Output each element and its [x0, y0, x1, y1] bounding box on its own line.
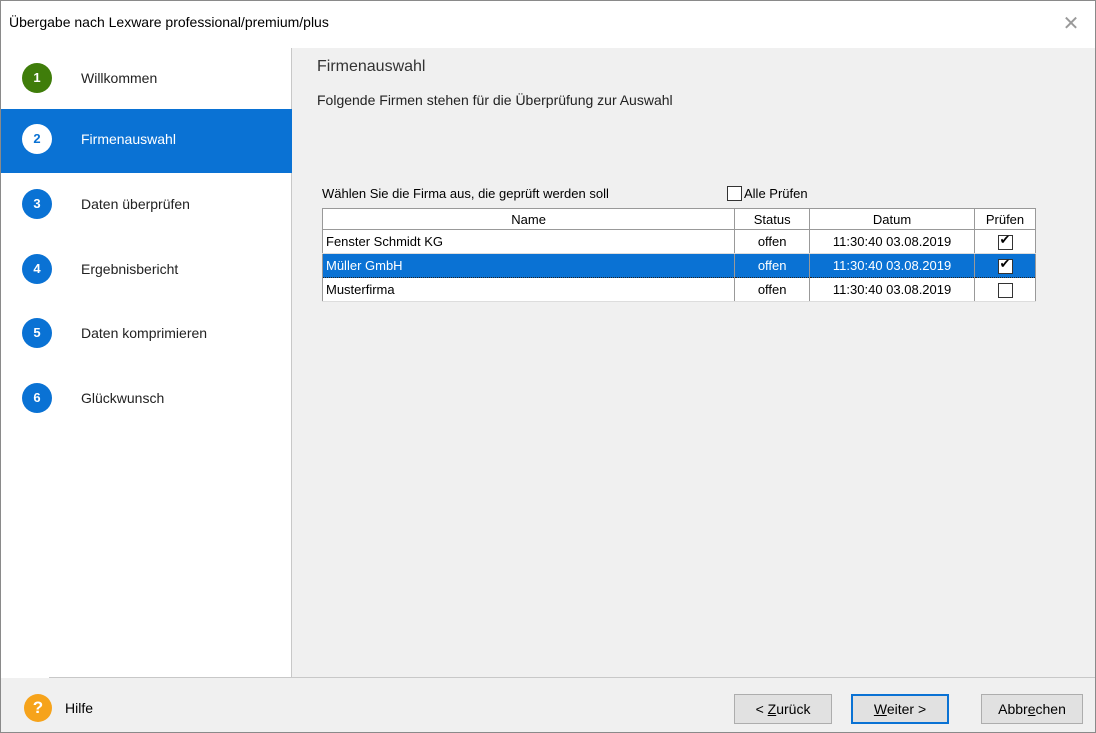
row-pruefen-checkbox[interactable] — [997, 282, 1013, 298]
step-number-badge: 5 — [22, 318, 52, 348]
row-pruefen-checkbox[interactable] — [997, 257, 1013, 274]
step-number-badge: 6 — [22, 383, 52, 413]
step-firmenauswahl[interactable]: 2 Firmenauswahl — [1, 109, 292, 173]
dialog-window: Übergabe nach Lexware professional/premi… — [0, 0, 1096, 733]
column-header-pruefen[interactable]: Prüfen — [974, 208, 1036, 230]
help-icon[interactable]: ? — [24, 694, 52, 722]
cancel-button[interactable]: Abbrechen — [981, 694, 1083, 724]
main-panel: Firmenauswahl Folgende Firmen stehen für… — [293, 48, 1095, 678]
step-label: Daten überprüfen — [81, 196, 190, 212]
cell-name: Fenster Schmidt KG — [321, 229, 736, 254]
column-header-status[interactable]: Status — [734, 208, 811, 230]
help-label[interactable]: Hilfe — [65, 700, 93, 716]
step-label: Ergebnisbericht — [81, 261, 179, 277]
row-pruefen-checkbox[interactable] — [997, 233, 1013, 250]
step-glueckwunsch[interactable]: 6 Glückwunsch — [1, 368, 292, 432]
back-button[interactable]: < Zurück — [734, 694, 832, 724]
close-icon[interactable]: ✕ — [1059, 11, 1083, 35]
footer-bar: ? Hilfe < Zurück Weiter > Abbrechen — [1, 678, 1095, 732]
cell-pruefen — [974, 229, 1036, 254]
cell-status: offen — [734, 229, 811, 254]
cell-datum: 11:30:40 03.08.2019 — [809, 229, 976, 254]
cell-datum: 11:30:40 03.08.2019 — [809, 277, 976, 302]
cell-pruefen — [974, 277, 1036, 302]
cell-status: offen — [734, 253, 811, 278]
step-label: Firmenauswahl — [81, 131, 176, 147]
step-daten-ueberpruefen[interactable]: 3 Daten überprüfen — [1, 174, 292, 238]
table-row[interactable]: Fenster Schmidt KG offen 11:30:40 03.08.… — [321, 229, 1036, 254]
instruction-text: Wählen Sie die Firma aus, die geprüft we… — [322, 186, 609, 201]
all-pruefen-label: Alle Prüfen — [744, 186, 808, 202]
step-number-badge: 1 — [22, 63, 52, 93]
checkbox-box[interactable] — [727, 186, 742, 202]
step-label: Willkommen — [81, 70, 158, 86]
title-bar: Übergabe nach Lexware professional/premi… — [1, 1, 1095, 48]
cell-status: offen — [734, 277, 811, 302]
next-button-text: eiter > — [886, 701, 927, 717]
cell-pruefen — [974, 253, 1036, 278]
wizard-steps-sidebar: 1 Willkommen 2 Firmenauswahl 3 Daten übe… — [1, 48, 292, 678]
step-number-badge: 3 — [22, 189, 52, 219]
step-daten-komprimieren[interactable]: 5 Daten komprimieren — [1, 303, 292, 367]
step-number-badge: 2 — [22, 124, 52, 154]
cancel-button-text-pre: Abbr — [998, 701, 1028, 717]
back-button-accelerator: Z — [767, 701, 777, 717]
window-title: Übergabe nach Lexware professional/premi… — [9, 14, 329, 30]
page-title: Firmenauswahl — [317, 58, 426, 75]
company-table: Name Status Datum Prüfen Fenster Schmidt… — [321, 208, 1036, 302]
page-subtitle: Folgende Firmen stehen für die Überprüfu… — [317, 92, 673, 108]
column-header-datum[interactable]: Datum — [809, 208, 976, 230]
cancel-button-accelerator: e — [1027, 701, 1036, 717]
all-pruefen-checkbox[interactable]: Alle Prüfen — [727, 185, 808, 202]
column-header-name[interactable]: Name — [321, 208, 736, 230]
cell-name: Müller GmbH — [321, 253, 736, 278]
next-button[interactable]: Weiter > — [851, 694, 949, 724]
cell-datum: 11:30:40 03.08.2019 — [809, 253, 976, 278]
step-label: Daten komprimieren — [81, 325, 208, 341]
cell-name: Musterfirma — [321, 277, 736, 302]
table-header-row: Name Status Datum Prüfen — [321, 208, 1036, 230]
next-button-accelerator: W — [873, 701, 887, 717]
back-button-text-post: urück — [776, 701, 811, 717]
step-number-badge: 4 — [22, 254, 52, 284]
step-label: Glückwunsch — [81, 390, 165, 406]
table-row[interactable]: Musterfirma offen 11:30:40 03.08.2019 — [321, 277, 1036, 302]
cancel-button-text-post: chen — [1035, 701, 1066, 717]
step-willkommen[interactable]: 1 Willkommen — [1, 48, 292, 112]
step-ergebnisbericht[interactable]: 4 Ergebnisbericht — [1, 239, 292, 303]
back-button-text-pre: < — [755, 701, 768, 717]
table-row-selected[interactable]: Müller GmbH offen 11:30:40 03.08.2019 — [321, 253, 1036, 278]
